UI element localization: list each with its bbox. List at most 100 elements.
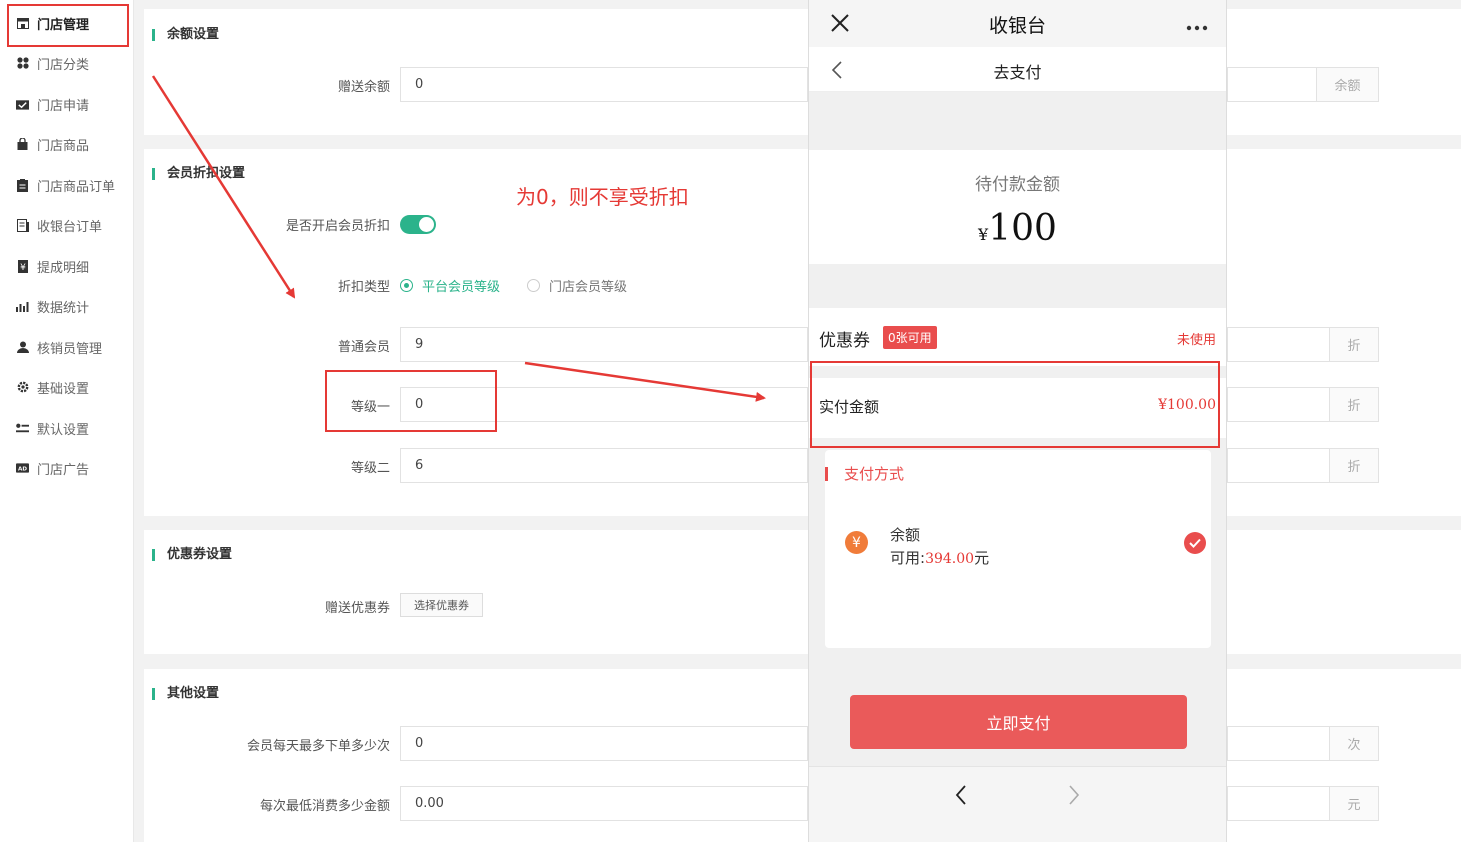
min-amount-input-tail[interactable] [1227, 786, 1330, 821]
radio-store-level[interactable]: 门店会员等级 [527, 276, 627, 295]
phone-subheader: 去支付 [809, 47, 1226, 92]
level-input-two-tail[interactable] [1227, 448, 1330, 483]
payment-method-card: 支付方式 ¥ 余额 可用:394.00元 [825, 450, 1211, 648]
phone-bottom-bar [809, 766, 1226, 842]
more-icon[interactable] [1186, 20, 1208, 31]
min-amount-label: 每次最低消费多少金额 [259, 799, 390, 814]
toggle-knob [419, 217, 434, 232]
sidebar-item-label: 门店广告 [37, 462, 90, 478]
discount-suffix: 折 [1329, 327, 1379, 362]
level-label-two: 等级二 [350, 461, 390, 476]
select-coupon-button[interactable]: 选择优惠券 [400, 593, 483, 617]
phone-preview: 收银台 去支付 待付款金额 ¥100 优惠券 0张可用 未使用 实付金额 ¥10… [808, 0, 1227, 842]
sidebar-item-label: 门店管理 [37, 17, 90, 33]
sidebar-item-label: 数据统计 [37, 300, 90, 316]
sidebar-item-label: 基础设置 [37, 381, 90, 397]
level-label-regular: 普通会员 [337, 340, 390, 355]
coupon-label: 优惠券 [819, 331, 870, 351]
level-input-two[interactable]: 6 [400, 448, 808, 483]
sidebar-item-label: 门店商品 [37, 138, 90, 154]
section-title-discount: 会员折扣设置 [152, 167, 245, 180]
section-title-other: 其他设置 [152, 687, 219, 700]
max-orders-label: 会员每天最多下单多少次 [246, 739, 390, 754]
sidebar-item-store-product-orders[interactable]: 门店商品订单 [16, 175, 115, 195]
nav-back-icon[interactable] [955, 785, 967, 805]
apply-icon [16, 98, 29, 111]
payment-method-title: 支付方式 [825, 467, 904, 482]
discount-suffix: 折 [1329, 387, 1379, 422]
paid-amount-row: 实付金额 ¥100.00 [809, 378, 1226, 438]
toggle-list-icon [16, 422, 29, 435]
sidebar-item-label: 门店申请 [37, 98, 90, 114]
pending-amount-number: 100 [988, 208, 1057, 249]
sidebar-item-store-products[interactable]: 门店商品 [16, 134, 89, 154]
enable-discount-toggle[interactable] [400, 215, 436, 234]
radio-label: 平台会员等级 [422, 280, 501, 295]
max-orders-input[interactable]: 0 [400, 726, 808, 761]
discount-type-label: 折扣类型 [337, 280, 390, 295]
sidebar-item-commission[interactable]: ¥ 提成明细 [16, 256, 89, 276]
sidebar-item-store-category[interactable]: 门店分类 [16, 53, 89, 73]
level-input-one-tail[interactable] [1227, 387, 1330, 422]
category-icon [16, 57, 29, 70]
yen-icon: ¥ [845, 531, 868, 554]
min-amount-input[interactable]: 0.00 [400, 786, 808, 821]
ad-icon: AD [16, 462, 29, 475]
max-orders-suffix: 次 [1329, 726, 1379, 761]
gear-icon [16, 381, 29, 394]
order-icon [16, 178, 29, 192]
gift-balance-input-tail[interactable] [1227, 67, 1317, 102]
sidebar-item-label: 门店商品订单 [37, 179, 116, 195]
method-available: 可用:394.00元 [890, 547, 989, 568]
sidebar-item-cashier-orders[interactable]: 收银台订单 [16, 215, 102, 235]
enable-discount-label: 是否开启会员折扣 [285, 219, 390, 234]
phone-header: 收银台 [809, 0, 1226, 47]
sidebar-item-verifier-management[interactable]: 核销员管理 [16, 337, 102, 357]
discount-suffix: 折 [1329, 448, 1379, 483]
svg-text:AD: AD [18, 466, 27, 472]
section-title-coupon: 优惠券设置 [152, 548, 232, 561]
gift-coupon-label: 赠送优惠券 [324, 601, 390, 616]
level-input-one[interactable]: 0 [400, 387, 808, 422]
store-icon [16, 17, 29, 30]
radio-platform-level[interactable]: 平台会员等级 [400, 276, 500, 295]
sidebar-item-store-apply[interactable]: 门店申请 [16, 94, 89, 114]
pending-amount-value: ¥100 [809, 208, 1226, 249]
method-name: 余额 [890, 526, 921, 544]
gift-balance-input[interactable]: 0 [400, 67, 808, 102]
level-input-regular[interactable]: 9 [400, 327, 808, 362]
coupon-settings-panel: 优惠券设置 [144, 530, 1461, 654]
sidebar-item-label: 默认设置 [37, 422, 90, 438]
phone-subtitle: 去支付 [993, 63, 1042, 82]
max-orders-input-tail[interactable] [1227, 726, 1330, 761]
coupon-row[interactable]: 优惠券 0张可用 未使用 [809, 308, 1226, 366]
gift-balance-label: 赠送余额 [337, 80, 390, 95]
paid-amount-value: ¥100.00 [1158, 397, 1216, 413]
sidebar-item-statistics[interactable]: 数据统计 [16, 296, 89, 316]
annotation-text: 为0，则不享受折扣 [516, 185, 689, 209]
sidebar-item-store-management[interactable]: 门店管理 [16, 13, 89, 33]
sidebar: 门店管理 门店分类 门店申请 门店商品 门店商品订单 收银台订单 ¥ 提成明细 … [0, 0, 134, 842]
cashier-order-icon [16, 218, 29, 232]
pending-amount-label: 待付款金额 [975, 175, 1060, 195]
currency-symbol: ¥ [978, 225, 989, 244]
pay-now-button[interactable]: 立即支付 [850, 695, 1187, 749]
check-icon[interactable] [1184, 532, 1206, 554]
sidebar-item-label: 提成明细 [37, 260, 90, 276]
user-icon [16, 341, 29, 354]
coupon-status: 未使用 [1176, 333, 1216, 348]
min-amount-suffix: 元 [1329, 786, 1379, 821]
sidebar-item-label: 核销员管理 [37, 341, 103, 357]
sidebar-item-label: 门店分类 [37, 57, 90, 73]
available-amount: 394.00 [925, 551, 975, 567]
level-input-regular-tail[interactable] [1227, 327, 1330, 362]
sidebar-item-store-ads[interactable]: AD 门店广告 [16, 458, 89, 478]
section-title-balance: 余额设置 [152, 28, 219, 41]
balance-suffix: 余额 [1316, 67, 1379, 102]
level-label-one: 等级一 [350, 400, 390, 415]
sidebar-item-basic-settings[interactable]: 基础设置 [16, 377, 89, 397]
chart-icon [16, 300, 29, 313]
nav-forward-icon[interactable] [1068, 785, 1080, 805]
sidebar-item-label: 收银台订单 [37, 219, 103, 235]
sidebar-item-default-settings[interactable]: 默认设置 [16, 418, 89, 438]
